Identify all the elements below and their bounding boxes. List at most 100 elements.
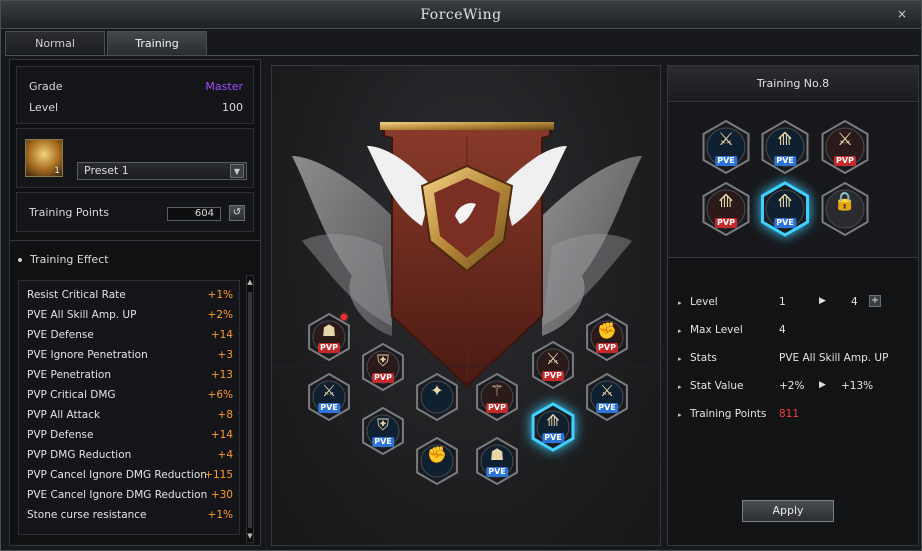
crossed-swords-icon: ⚔ (836, 129, 854, 151)
training-effect-header: Training Effect (18, 253, 109, 266)
badge-label: PVE (318, 403, 340, 413)
mage-icon: ☗ (489, 445, 505, 464)
badge-label: PVE (596, 403, 618, 413)
stat-max-level: ▸ Max Level 4 (678, 324, 914, 340)
shield-icon: ⛨ (376, 415, 389, 434)
effect-name: PVP DMG Reduction (27, 449, 132, 461)
warrior-icon: ✦ (430, 381, 444, 400)
title-bar[interactable]: ForceWing × (1, 1, 921, 29)
effect-row: PVP All Attack +8 (27, 405, 233, 425)
tree-node[interactable]: ☗ PVE (472, 436, 522, 486)
stat-value-label: Stat Value (690, 380, 744, 392)
stat-training-points: ▸ Training Points 811 (678, 408, 914, 424)
training-node[interactable]: ⚔ PVE (698, 119, 754, 175)
effect-name: PVE Ignore Penetration (27, 349, 148, 361)
badge-label: PVE (774, 156, 796, 166)
bullet-icon: ▸ (678, 299, 682, 307)
tree-node[interactable]: ⛨ PVP (358, 342, 408, 392)
effect-value: +13 (210, 369, 233, 381)
grade-value: Master (205, 80, 243, 93)
tree-node[interactable]: ✦ (412, 372, 462, 422)
badge-label: PVE (542, 433, 564, 443)
tree-node[interactable]: ⚔ PVP (528, 340, 578, 390)
crossed-swords-icon: ⚔ (545, 349, 561, 368)
tree-node[interactable]: ⟰ PVE (528, 402, 578, 452)
training-node[interactable]: ⟰ PVP (698, 181, 754, 237)
left-divider (10, 240, 260, 241)
badge-label: PVE (774, 218, 796, 228)
effect-row: PVP Defense +14 (27, 425, 233, 445)
close-icon[interactable]: × (897, 7, 907, 21)
apply-button[interactable]: Apply (742, 500, 834, 522)
tree-node[interactable]: ⚔ PVE (582, 372, 632, 422)
notification-dot (341, 314, 347, 320)
effect-name: PVP All Attack (27, 409, 101, 421)
preset-box: 1 Preset 1 ▼ (16, 128, 254, 188)
tree-node[interactable]: ⚔ PVE (304, 372, 354, 422)
effect-name: PVE Cancel Ignore DMG Reduction (27, 489, 208, 501)
scroll-thumb[interactable] (248, 292, 252, 528)
level-arrow-icon[interactable]: ▶ (819, 296, 826, 306)
tab-training[interactable]: Training (107, 31, 207, 55)
fist-icon: ✊ (597, 321, 617, 340)
tab-normal[interactable]: Normal (5, 31, 105, 55)
tree-node[interactable]: ⚚ PVP (472, 372, 522, 422)
effect-value: +1% (207, 509, 233, 521)
left-panel: Grade Master Level 100 1 Preset 1 ▼ Trai… (9, 59, 261, 546)
training-detail-panel: Training No.8 ⚔ PVE ⟰ PVE ⚔ PVP ⟰ PVP ⟰ PVE 🔒 ▸ Le… (667, 65, 919, 546)
training-node[interactable]: ⟰ PVE (757, 181, 813, 237)
stat-stats-value: PVE All Skill Amp. UP (779, 352, 889, 364)
tree-node[interactable]: ☗ PVP (304, 312, 354, 362)
grade-box: Grade Master Level 100 (16, 66, 254, 124)
stat-stats: ▸ Stats PVE All Skill Amp. UP (678, 352, 914, 368)
stat-level-to: 4 (851, 296, 858, 308)
forcewing-window: ForceWing × Normal Training Grade Master… (0, 0, 922, 551)
training-node-grid: ⚔ PVE ⟰ PVE ⚔ PVP ⟰ PVP ⟰ PVE 🔒 (668, 103, 918, 258)
force-wing-tree: ☗ PVP ⛨ PVP ⚔ PVE ⛨ PVE ✦ ✊ ⚚ PVP ☗ PVE ⚔ PVP ⟰ PVE ✊ PVP ⚔ P… (271, 65, 661, 546)
double-blade-icon: ⟰ (777, 129, 793, 151)
badge-label: PVE (372, 437, 394, 447)
chevron-down-icon[interactable]: ▼ (230, 164, 244, 178)
training-node[interactable]: ⚔ PVP (817, 119, 873, 175)
training-points-box: Training Points 604 ↺ (16, 192, 254, 232)
portrait-number: 1 (54, 166, 60, 176)
training-node[interactable]: ⟰ PVE (757, 119, 813, 175)
stat-level-label: Level (690, 296, 718, 308)
refresh-icon[interactable]: ↺ (229, 205, 245, 221)
bullet-icon: ▸ (678, 355, 682, 363)
preset-select[interactable]: Preset 1 ▼ (77, 162, 247, 180)
scroll-up-icon[interactable]: ▲ (246, 277, 254, 287)
stat-arrow-icon: ▶ (819, 380, 826, 390)
effect-scrollbar[interactable]: ▲ ▼ (246, 275, 254, 543)
effect-value: +3 (217, 349, 233, 361)
tree-node[interactable]: ✊ (412, 436, 462, 486)
effect-value: +8 (217, 409, 233, 421)
effect-row: PVE Penetration +13 (27, 365, 233, 385)
badge-label: PVP (318, 343, 340, 353)
badge-label: PVE (486, 467, 508, 477)
effect-value: +14 (210, 429, 233, 441)
stat-value-from: +2% (779, 380, 805, 392)
training-node[interactable]: 🔒 (817, 181, 873, 237)
grade-label: Grade (29, 80, 63, 93)
crossed-swords-icon: ⚔ (717, 129, 735, 151)
scroll-down-icon[interactable]: ▼ (246, 531, 254, 541)
bullet-icon: ▸ (678, 327, 682, 335)
training-effect-title: Training Effect (30, 253, 109, 266)
effect-name: PVE All Skill Amp. UP (27, 309, 137, 321)
badge-label: PVP (372, 373, 394, 383)
level-value: 100 (222, 101, 243, 114)
training-points-label: Training Points (29, 206, 109, 219)
level-plus-button[interactable]: + (869, 295, 881, 307)
badge-label: PVP (486, 403, 508, 413)
effect-name: PVP Cancel Ignore DMG Reduction (27, 469, 207, 481)
bullet-icon (18, 258, 22, 262)
training-effect-list[interactable]: Resist Critical Rate +1% PVE All Skill Amp… (18, 280, 240, 535)
effect-name: PVE Defense (27, 329, 94, 341)
tree-node[interactable]: ⛨ PVE (358, 406, 408, 456)
effect-row: Stone curse resistance +1% (27, 505, 233, 525)
tree-node[interactable]: ✊ PVP (582, 312, 632, 362)
effect-value: +1% (207, 289, 233, 301)
training-title: Training No.8 (668, 66, 918, 102)
effect-row: PVE Defense +14 (27, 325, 233, 345)
